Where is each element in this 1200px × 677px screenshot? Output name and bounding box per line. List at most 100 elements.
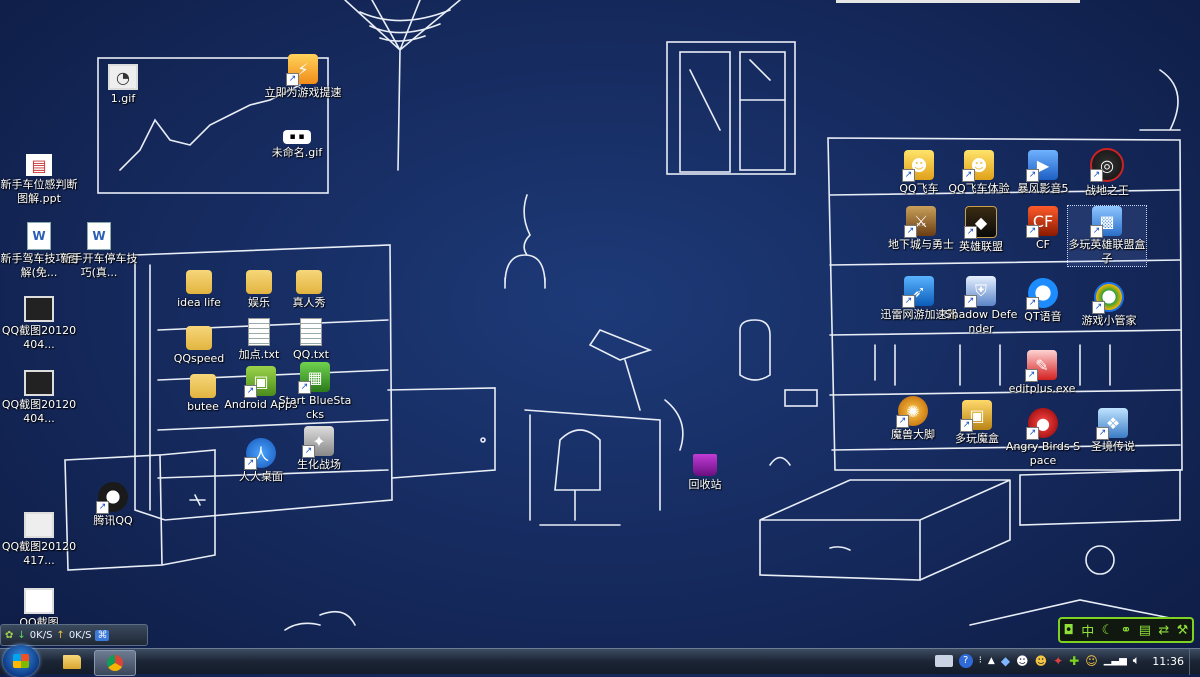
txt-qq[interactable]: QQ.txt: [272, 318, 350, 362]
word-doc-icon: [27, 222, 51, 250]
editplus-shortcut[interactable]: ✎ editplus.exe: [992, 350, 1092, 396]
taskbar: ? ⁝ ▲ ◆ ☻ ☻ ✦ ✚ ☺ ▁▃▅ 🔈︎ 11:36: [0, 645, 1200, 677]
game-butler-icon: [1092, 282, 1124, 314]
ppt-file-icon: ▤: [26, 154, 52, 176]
download-speed: 0K/S: [29, 629, 53, 641]
leaf-icon: ✿: [5, 629, 14, 641]
renren-icon: 人: [244, 438, 276, 470]
recycle-bin-icon: [693, 454, 717, 476]
game-butler-shortcut[interactable]: 游戏小管家: [1070, 282, 1148, 328]
icon-label: 生化战场: [297, 458, 341, 471]
editplus-icon: ✎: [1025, 350, 1057, 382]
angry-birds-space-shortcut[interactable]: ● Angry Birds Space: [1004, 408, 1082, 468]
system-gadget-bar[interactable]: ◘ 中 ☾ ⚭ ▤ ⇄ ⚒: [1058, 617, 1194, 643]
game-gun-icon: ✦: [302, 426, 334, 458]
icon-label: 1.gif: [110, 92, 136, 105]
ppt-file[interactable]: ▤ 新手车位感判断图解.ppt: [0, 154, 78, 206]
start-button[interactable]: [3, 645, 39, 677]
unnamed-gif-file[interactable]: ▪ ▪ 未命名.gif: [258, 130, 336, 160]
icon-label: 腾讯QQ: [93, 514, 133, 527]
image-file-icon: [24, 588, 54, 614]
shengjing-chuanshuo-shortcut[interactable]: ❖ 圣境传说: [1074, 408, 1152, 454]
game-tray-icon[interactable]: ✦: [1053, 654, 1063, 668]
tencent-qq-shortcut[interactable]: 腾讯QQ: [74, 482, 152, 528]
qq-speed-game-icon: ☻: [902, 150, 934, 182]
qq-speed-game-icon: ☻: [962, 150, 994, 182]
chat-tray-icon[interactable]: ☺: [1085, 654, 1098, 668]
word-doc-icon: [87, 222, 111, 250]
icon-label: 未命名.gif: [271, 146, 323, 159]
game-accelerator-shortcut[interactable]: ⚡ 立即为游戏提速: [264, 54, 342, 100]
explorer-taskbar-button[interactable]: [52, 650, 92, 674]
icon-label: QQ截图20120404...: [1, 398, 77, 425]
tray-expand-icon[interactable]: ▲: [988, 656, 995, 666]
qq-screenshot-3[interactable]: QQ截图20120417...: [0, 512, 78, 568]
cf-game-icon: CF: [1026, 206, 1058, 238]
zhandi-zhiwang-shortcut[interactable]: ◎ 战地之王: [1068, 148, 1146, 198]
network-speed-widget[interactable]: ✿ ↓ 0K/S ↑ 0K/S ⌘: [0, 624, 148, 646]
recycle-bin[interactable]: 回收站: [666, 454, 744, 492]
icon-label: 回收站: [688, 478, 722, 491]
qq-tray-icon-2[interactable]: ☻: [1035, 654, 1048, 668]
folder-zhenrenxiu[interactable]: 真人秀: [270, 270, 348, 310]
cobweb-drawing: [344, 0, 461, 171]
image-file-icon: [24, 296, 54, 322]
desk-drawing: [524, 329, 684, 526]
icon-label: 游戏小管家: [1081, 314, 1137, 327]
moon-icon: ☾: [1101, 622, 1114, 638]
duowan-lol-box-shortcut[interactable]: ▩ 多玩英雄联盟盒子: [1067, 205, 1147, 267]
icon-label: editplus.exe: [1008, 382, 1076, 395]
icon-label: QQ.txt: [293, 348, 329, 361]
arrows-icon: ⇄: [1158, 622, 1170, 638]
icon-label: 人人桌面: [239, 470, 283, 483]
qq-tray-icon[interactable]: ☻: [1016, 654, 1029, 668]
image-file-icon: [24, 512, 54, 538]
show-desktop-button[interactable]: [1189, 649, 1200, 675]
wrench-icon: ⚒: [1176, 622, 1189, 638]
gif-file-1[interactable]: ◔ 1.gif: [84, 64, 162, 106]
bluestacks-icon: ▦: [298, 362, 330, 394]
icon-label: Start BlueStacks: [278, 394, 352, 421]
link-icon: ⚭: [1120, 622, 1132, 638]
text-file-icon: [248, 318, 270, 346]
warcraft-icon: ✺: [896, 396, 928, 428]
game-crystal-icon: ❖: [1096, 408, 1128, 440]
help-icon[interactable]: ?: [958, 653, 973, 668]
folder-icon: [190, 374, 216, 398]
qq-screenshot-1[interactable]: QQ截图20120404...: [0, 296, 78, 352]
box-icon: ▩: [1090, 206, 1122, 238]
icon-label: 新手开车停车技巧(真...: [60, 252, 138, 279]
qq-screenshot-2[interactable]: QQ截图20120404...: [0, 370, 78, 426]
gif-file-icon: ◔: [108, 64, 138, 90]
keyboard-tray-icon[interactable]: [934, 654, 953, 667]
upload-speed: 0K/S: [68, 629, 92, 641]
qq-penguin-icon: [96, 482, 128, 514]
download-arrow-icon: ↓: [17, 629, 26, 641]
window-drawing: [666, 41, 796, 175]
signal-icon[interactable]: ▁▃▅: [1104, 655, 1127, 666]
doc-parking-tips[interactable]: 新手开车停车技巧(真...: [60, 222, 138, 280]
gif-file-icon: ▪ ▪: [283, 130, 311, 144]
accelerator-icon: ⚡: [286, 54, 318, 86]
volume-icon[interactable]: 🔈︎: [1133, 653, 1140, 668]
media-player-icon: ▶: [1026, 150, 1058, 182]
chinese-char-icon: 中: [1081, 624, 1095, 640]
taskbar-clock[interactable]: 11:36: [1152, 655, 1184, 668]
chrome-icon: [107, 655, 123, 671]
folder-icon: [63, 655, 81, 669]
icon-label: 多玩英雄联盟盒子: [1068, 238, 1146, 265]
folder-icon: [246, 270, 272, 294]
voice-chat-icon: [1026, 278, 1058, 310]
text-file-icon: [300, 318, 322, 346]
security-tray-icon[interactable]: ✚: [1069, 654, 1079, 668]
icon-label: 战地之王: [1085, 184, 1129, 197]
icon-label: 真人秀: [292, 296, 326, 309]
chrome-taskbar-button[interactable]: [94, 650, 136, 676]
top-edge-window-strip: [836, 0, 1080, 3]
shenghua-zhanchang-shortcut[interactable]: ✦ 生化战场: [280, 426, 358, 472]
game-target-icon: ◎: [1090, 148, 1124, 182]
cube-tray-icon[interactable]: ◆: [1001, 654, 1010, 668]
image-file-icon: [24, 370, 54, 396]
settings-small-icon[interactable]: ⁝: [979, 655, 982, 666]
bluestacks-shortcut[interactable]: ▦ Start BlueStacks: [276, 362, 354, 422]
